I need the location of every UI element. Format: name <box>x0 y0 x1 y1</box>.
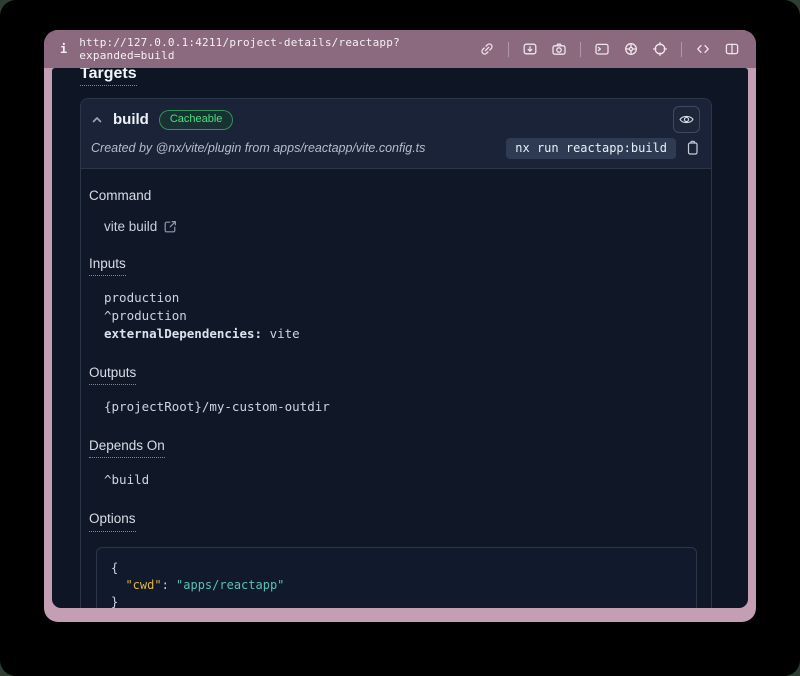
command-label: Command <box>89 188 151 204</box>
clipboard-icon <box>685 140 700 156</box>
input-item: production <box>104 289 697 307</box>
toolbar-divider <box>508 42 509 57</box>
cacheable-badge: Cacheable <box>159 110 234 130</box>
url-bar: i http://127.0.0.1:4211/project-details/… <box>44 30 756 68</box>
json-line: } <box>111 594 682 608</box>
options-code-block: { "cwd": "apps/reactapp" } <box>96 547 697 608</box>
camera-icon[interactable] <box>551 41 567 57</box>
link-icon[interactable] <box>479 41 495 57</box>
copy-command-button[interactable] <box>685 140 700 156</box>
section-command: Command vite build <box>89 187 697 234</box>
command-value: vite build <box>104 219 157 234</box>
chevron-up-icon[interactable] <box>91 114 103 126</box>
toolbar-actions <box>479 41 740 57</box>
code-icon[interactable] <box>695 41 711 57</box>
frame-capture-icon[interactable] <box>522 41 538 57</box>
targets-heading[interactable]: Targets <box>80 68 137 86</box>
toolbar-divider <box>681 42 682 57</box>
terminal-icon[interactable] <box>594 41 610 57</box>
window-frame: Targets build Cacheable <box>44 68 756 622</box>
wheel-icon[interactable] <box>623 41 639 57</box>
section-options: Options { "cwd": "apps/reactapp" } <box>89 510 697 608</box>
input-item: externalDependencies: vite <box>104 325 697 343</box>
section-depends-on: Depends On ^build <box>89 437 697 489</box>
depends-on-item: ^build <box>104 471 697 489</box>
inputs-label[interactable]: Inputs <box>89 256 126 276</box>
project-details-page: Targets build Cacheable <box>52 68 748 608</box>
view-target-graph-button[interactable] <box>673 106 700 133</box>
external-link-icon[interactable] <box>164 220 177 233</box>
target-name: build <box>113 111 149 128</box>
input-item: ^production <box>104 307 697 325</box>
outputs-label[interactable]: Outputs <box>89 365 136 385</box>
page-title: Targets <box>80 68 712 85</box>
depends-on-label[interactable]: Depends On <box>89 438 165 458</box>
toolbar-divider <box>580 42 581 57</box>
build-card-body: Command vite build Inputs pro <box>81 169 711 608</box>
options-label[interactable]: Options <box>89 511 136 531</box>
url-text[interactable]: http://127.0.0.1:4211/project-details/re… <box>79 36 467 62</box>
json-line: { <box>111 560 682 577</box>
output-item: {projectRoot}/my-custom-outdir <box>104 398 697 416</box>
target-card-build: build Cacheable Created by @nx/vite/plug… <box>80 98 712 608</box>
columns-icon[interactable] <box>724 41 740 57</box>
browser-window: i http://127.0.0.1:4211/project-details/… <box>44 30 756 622</box>
info-icon: i <box>60 42 67 56</box>
build-card-header[interactable]: build Cacheable Created by @nx/vite/plug… <box>81 99 711 169</box>
section-outputs: Outputs {projectRoot}/my-custom-outdir <box>89 364 697 416</box>
crosshair-icon[interactable] <box>652 41 668 57</box>
eye-icon <box>679 113 694 126</box>
screen-background: i http://127.0.0.1:4211/project-details/… <box>0 0 800 676</box>
run-command-chip: nx run reactapp:build <box>506 138 676 159</box>
section-inputs: Inputs production ^production externalDe… <box>89 255 697 343</box>
json-line: "cwd": "apps/reactapp" <box>111 577 682 594</box>
created-by-text: Created by @nx/vite/plugin from apps/rea… <box>91 141 497 155</box>
